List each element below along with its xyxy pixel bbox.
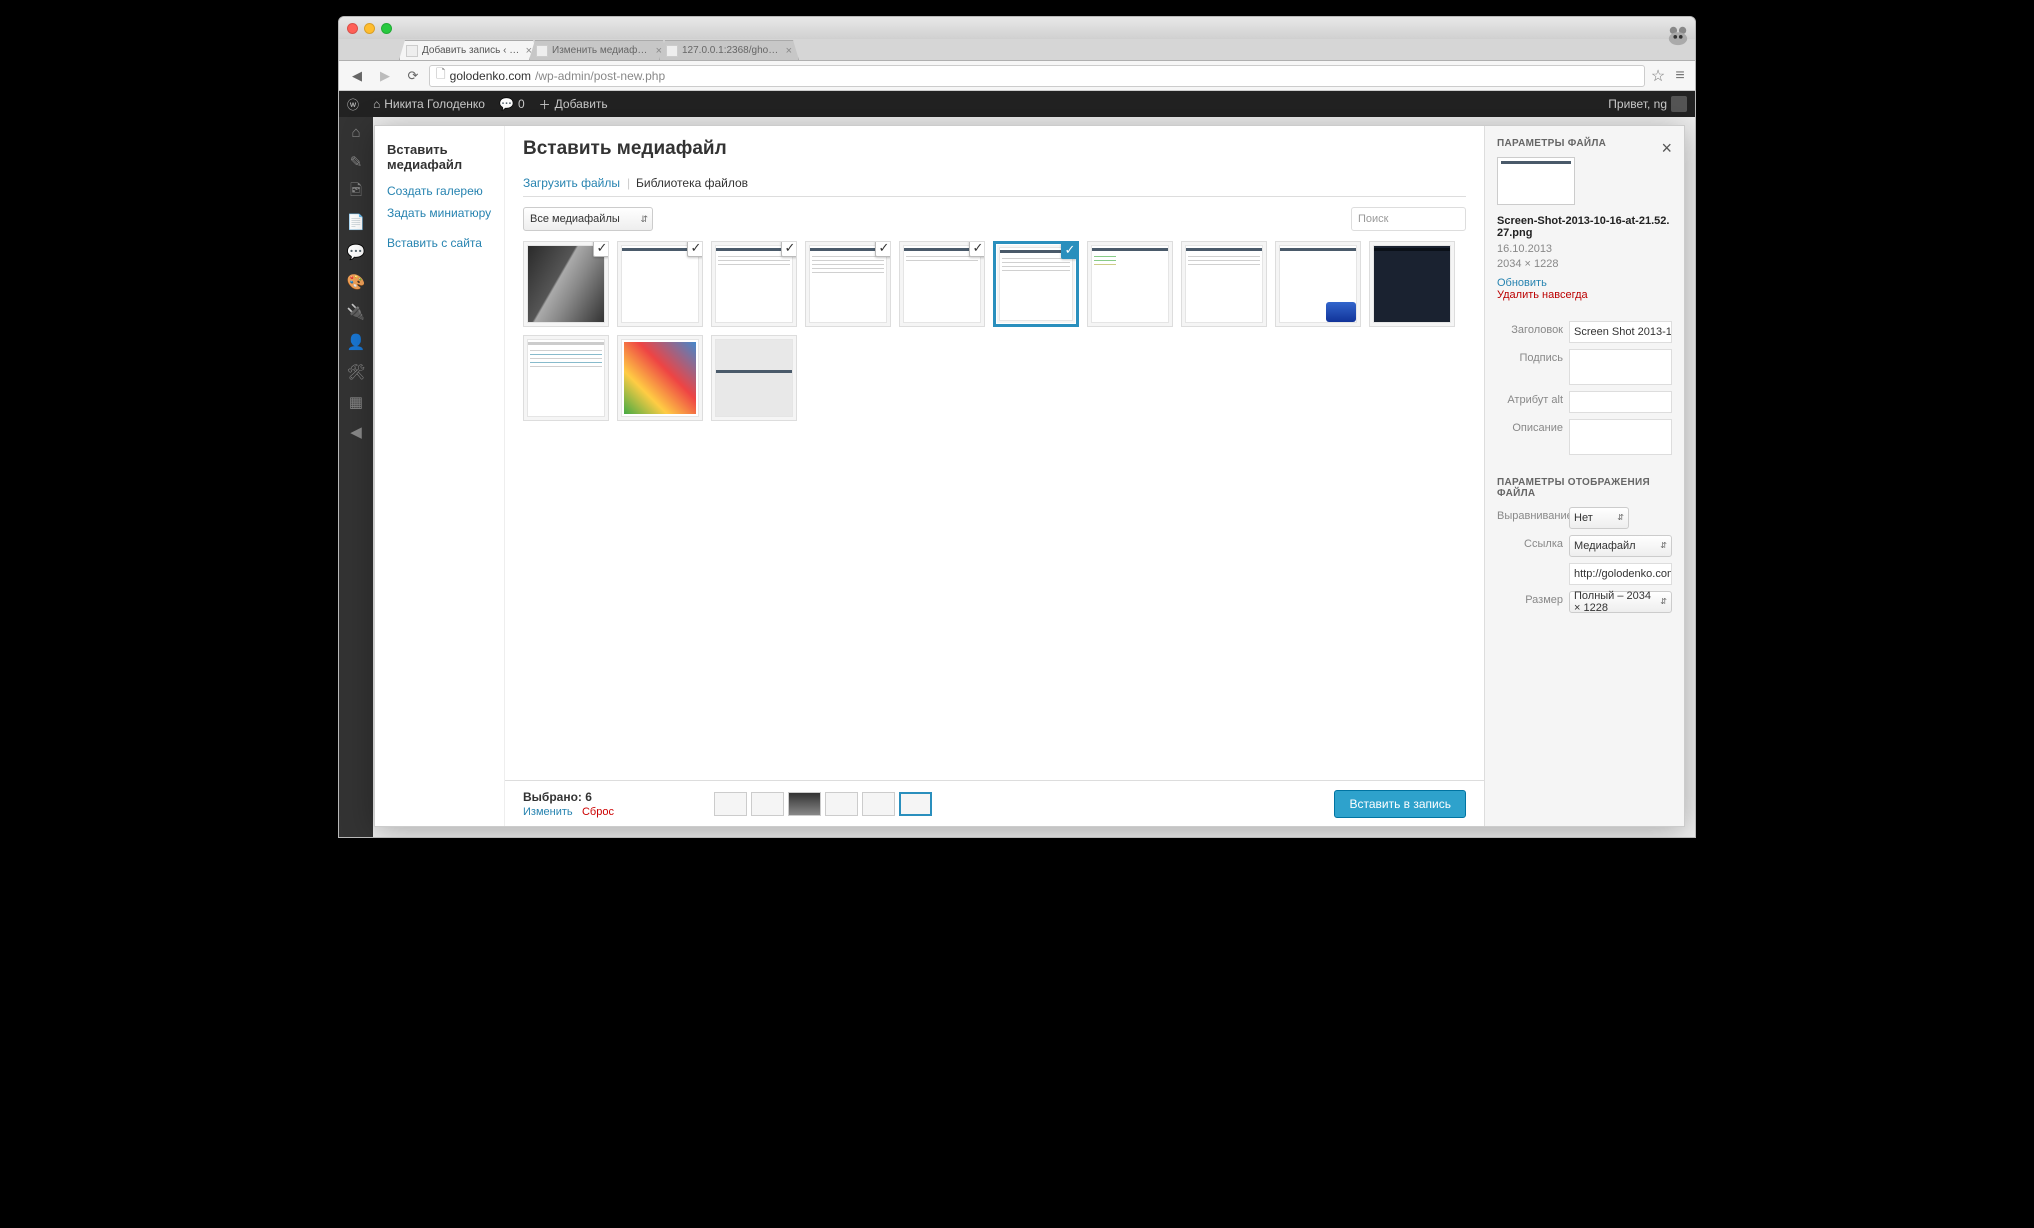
selection-thumb[interactable] <box>862 792 895 816</box>
check-icon[interactable]: ✓ <box>969 241 985 257</box>
window-zoom-button[interactable] <box>381 23 392 34</box>
attachment-item[interactable] <box>523 335 609 421</box>
plus-icon: ＋ <box>539 96 551 113</box>
browser-tabstrip: Добавить запись ‹ Никита…× Изменить меди… <box>339 39 1695 61</box>
insert-button[interactable]: Вставить в запись <box>1334 790 1466 818</box>
wp-site-link[interactable]: ⌂ Никита Голоденко <box>373 97 485 111</box>
wp-user-greeting[interactable]: Привет, ng <box>1608 96 1687 112</box>
align-select[interactable]: Нет <box>1569 507 1629 529</box>
attachment-item[interactable] <box>1181 241 1267 327</box>
modal-sidebar-title: Вставить медиафайл <box>387 142 492 172</box>
modal-close-button[interactable]: × <box>1657 134 1676 163</box>
media-modal: × Вставить медиафайл Создать галерею Зад… <box>374 125 1685 827</box>
tab-upload-files[interactable]: Загрузить файлы <box>523 170 620 196</box>
avatar <box>1671 96 1687 112</box>
browser-tab[interactable]: Изменить медиафайл ‹ Ни…× <box>529 40 669 60</box>
attachment-item[interactable]: ✓ <box>805 241 891 327</box>
check-icon[interactable]: ✓ <box>781 241 797 257</box>
page-info-icon[interactable]: 🗋 <box>436 65 446 86</box>
wp-comments-link[interactable]: 💬 0 <box>499 97 525 111</box>
selection-thumb[interactable] <box>714 792 747 816</box>
attachment-item[interactable] <box>711 335 797 421</box>
window-close-button[interactable] <box>347 23 358 34</box>
description-textarea[interactable] <box>1569 419 1672 455</box>
selection-thumb-active[interactable] <box>899 792 932 816</box>
delete-permanently-link[interactable]: Удалить навсегда <box>1497 289 1588 301</box>
url-bar[interactable]: 🗋 golodenko.com/wp-admin/post-new.php <box>429 65 1645 87</box>
nav-forward-button[interactable]: ▶ <box>373 64 397 88</box>
section-title-file: ПАРАМЕТРЫ ФАЙЛА <box>1497 138 1672 149</box>
check-icon[interactable]: ✓ <box>687 241 703 257</box>
attachment-item[interactable] <box>617 335 703 421</box>
window-titlebar <box>339 17 1695 39</box>
sidebar-link-thumbnail[interactable]: Задать миниатюру <box>387 202 492 224</box>
size-select[interactable]: Полный – 2034 × 1228 <box>1569 591 1672 613</box>
check-icon[interactable]: ✓ <box>875 241 891 257</box>
edit-selection-link[interactable]: Изменить <box>523 806 573 818</box>
window-minimize-button[interactable] <box>364 23 375 34</box>
home-icon: ⌂ <box>373 97 380 111</box>
attachment-item[interactable] <box>1087 241 1173 327</box>
linkto-select[interactable]: Медиафайл <box>1569 535 1672 557</box>
detail-date: 16.10.2013 <box>1497 242 1672 257</box>
check-icon[interactable]: ✓ <box>593 241 609 257</box>
attachment-item[interactable]: ✓ <box>617 241 703 327</box>
nav-reload-button[interactable]: ⟳ <box>401 64 425 88</box>
check-icon[interactable]: ✓ <box>1061 241 1079 259</box>
browser-toolbar: ◀ ▶ ⟳ 🗋 golodenko.com/wp-admin/post-new.… <box>339 61 1695 91</box>
tab-favicon <box>406 45 418 57</box>
bookmark-star-icon[interactable]: ☆ <box>1649 67 1667 85</box>
browser-mascot-icon <box>1664 24 1692 46</box>
selection-thumb[interactable] <box>751 792 784 816</box>
attachment-details-panel: ПАРАМЕТРЫ ФАЙЛА Screen-Shot-2013-10-16-a… <box>1484 126 1684 826</box>
update-link[interactable]: Обновить <box>1497 277 1547 289</box>
tab-favicon <box>536 45 548 57</box>
attachment-item[interactable] <box>1275 241 1361 327</box>
wp-logo-icon[interactable]: ⓦ <box>347 96 359 113</box>
browser-menu-icon[interactable]: ≡ <box>1671 67 1689 85</box>
media-filter-dropdown[interactable]: Все медиафайлы <box>523 207 653 231</box>
detail-dimensions: 2034 × 1228 <box>1497 257 1672 272</box>
section-title-display: ПАРАМЕТРЫ ОТОБРАЖЕНИЯ ФАЙЛА <box>1497 477 1672 499</box>
sidebar-link-gallery[interactable]: Создать галерею <box>387 180 492 202</box>
title-input[interactable]: Screen Shot 2013-10-16 at 2 <box>1569 321 1672 343</box>
alt-input[interactable] <box>1569 391 1672 413</box>
wp-admin-bar: ⓦ ⌂ Никита Голоденко 💬 0 ＋ Добавить Прив… <box>339 91 1695 117</box>
selection-count: Выбрано: 6 <box>523 790 614 804</box>
nav-back-button[interactable]: ◀ <box>345 64 369 88</box>
attachment-item[interactable] <box>1369 241 1455 327</box>
attachment-item-selected[interactable]: ✓ <box>993 241 1079 327</box>
selection-thumb[interactable] <box>825 792 858 816</box>
tab-favicon <box>666 45 678 57</box>
modal-footer: Выбрано: 6 Изменить Сброс <box>505 780 1484 826</box>
caption-textarea[interactable] <box>1569 349 1672 385</box>
attachment-item[interactable]: ✓ <box>899 241 985 327</box>
comment-icon: 💬 <box>499 97 514 111</box>
browser-tab-active[interactable]: Добавить запись ‹ Никита…× <box>399 40 539 60</box>
media-search-input[interactable]: Поиск <box>1351 207 1466 231</box>
tab-close-icon[interactable]: × <box>786 45 792 57</box>
attachment-item[interactable]: ✓ <box>523 241 609 327</box>
selection-thumbnails <box>714 792 932 816</box>
browser-tab[interactable]: 127.0.0.1:2368/ghost/ed…× <box>659 40 799 60</box>
link-url-input[interactable]: http://golodenko.com/wp-con <box>1569 563 1672 585</box>
modal-title: Вставить медиафайл <box>523 138 1466 160</box>
clear-selection-link[interactable]: Сброс <box>582 806 614 818</box>
selection-thumb[interactable] <box>788 792 821 816</box>
wp-add-new-link[interactable]: ＋ Добавить <box>539 96 608 113</box>
tab-media-library[interactable]: Библиотека файлов <box>636 170 748 196</box>
sidebar-link-from-url[interactable]: Вставить с сайта <box>387 232 492 254</box>
modal-sidebar: Вставить медиафайл Создать галерею Задат… <box>375 126 505 826</box>
detail-thumbnail <box>1497 157 1575 205</box>
attachment-item[interactable]: ✓ <box>711 241 797 327</box>
detail-filename: Screen-Shot-2013-10-16-at-21.52.27.png <box>1497 215 1672 239</box>
attachments-grid: ✓ ✓ ✓ ✓ ✓ ✓ <box>505 241 1484 780</box>
